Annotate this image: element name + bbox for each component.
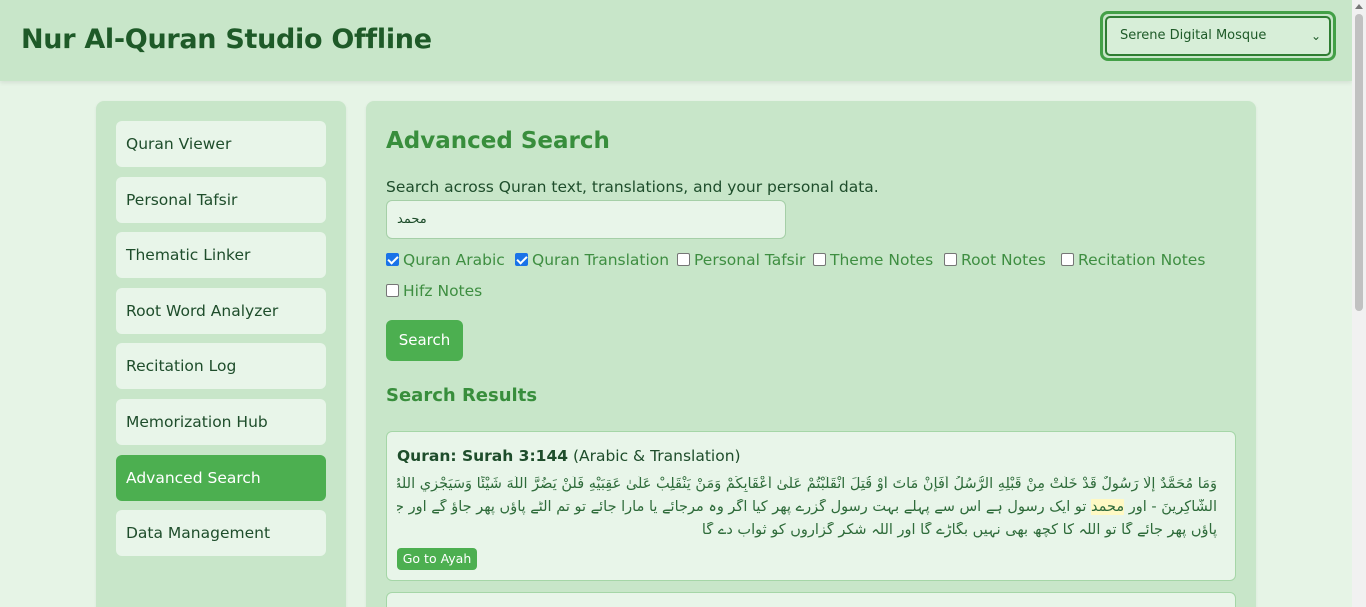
- theme-select-value: Serene Digital Mosque: [1120, 28, 1267, 43]
- checkbox-theme-notes[interactable]: [813, 253, 826, 266]
- chevron-down-icon: ⌄: [1310, 29, 1321, 43]
- scroll-up-arrow-icon[interactable]: [1355, 4, 1363, 9]
- result-card: [386, 592, 1236, 607]
- app-title: Nur Al-Quran Studio Offline: [21, 24, 432, 55]
- filter-quran-arabic[interactable]: Quran Arabic: [386, 251, 505, 269]
- checkbox-root-notes[interactable]: [944, 253, 957, 266]
- result-card: Quran: Surah 3:144 (Arabic & Translation…: [386, 431, 1236, 581]
- page-title: Advanced Search: [386, 128, 610, 154]
- result-translation-line-3: پاؤں پھر جائے گا تو اللہ کا کچھ بھی نہیں…: [701, 522, 1217, 538]
- result-reference: Quran: Surah 3:144: [397, 447, 569, 465]
- sidebar-item-data-management[interactable]: Data Management: [116, 510, 326, 556]
- checkbox-personal-tafsir[interactable]: [677, 253, 690, 266]
- filter-label: Hifz Notes: [403, 282, 483, 300]
- result-type: (Arabic & Translation): [568, 447, 741, 465]
- filter-hifz-notes[interactable]: Hifz Notes: [386, 282, 482, 300]
- main-panel: Advanced Search Search across Quran text…: [366, 101, 1256, 607]
- filter-personal-tafsir[interactable]: Personal Tafsir: [677, 251, 805, 269]
- checkbox-quran-arabic[interactable]: [386, 253, 399, 266]
- sidebar-item-quran-viewer[interactable]: Quran Viewer: [116, 121, 326, 167]
- filter-theme-notes[interactable]: Theme Notes: [813, 251, 933, 269]
- translation-pre: الشَّاكِرِينَ - اور: [1124, 499, 1217, 515]
- filter-label: Quran Translation: [532, 251, 670, 269]
- sidebar-item-root-word-analyzer[interactable]: Root Word Analyzer: [116, 288, 326, 334]
- filter-recitation-notes[interactable]: Recitation Notes: [1061, 251, 1205, 269]
- sidebar: Quran Viewer Personal Tafsir Thematic Li…: [96, 101, 346, 607]
- theme-select-focus-ring: Serene Digital Mosque ⌄: [1100, 11, 1336, 61]
- page-scrollbar[interactable]: [1352, 0, 1366, 607]
- filter-label: Personal Tafsir: [694, 251, 806, 269]
- filter-label: Quran Arabic: [403, 251, 505, 269]
- search-description: Search across Quran text, translations, …: [386, 178, 879, 196]
- translation-post: تو ایک رسول ہے اس سے پہلے بہت رسول گزرے …: [397, 499, 1091, 515]
- filter-label: Recitation Notes: [1078, 251, 1206, 269]
- search-highlight: محمد: [1091, 499, 1125, 515]
- checkbox-quran-translation[interactable]: [515, 253, 528, 266]
- filter-label: Root Notes: [961, 251, 1046, 269]
- go-to-ayah-button[interactable]: Go to Ayah: [397, 548, 477, 570]
- theme-select[interactable]: Serene Digital Mosque ⌄: [1105, 16, 1331, 56]
- sidebar-item-personal-tafsir[interactable]: Personal Tafsir: [116, 177, 326, 223]
- result-translation-line: الشَّاكِرِينَ - اور محمد تو ایک رسول ہے …: [397, 499, 1217, 515]
- filter-quran-translation[interactable]: Quran Translation: [515, 251, 669, 269]
- filter-root-notes[interactable]: Root Notes: [944, 251, 1046, 269]
- checkbox-hifz-notes[interactable]: [386, 284, 399, 297]
- sidebar-item-memorization-hub[interactable]: Memorization Hub: [116, 399, 326, 445]
- search-button[interactable]: Search: [386, 320, 463, 361]
- search-input[interactable]: محمد: [386, 200, 786, 239]
- checkbox-recitation-notes[interactable]: [1061, 253, 1074, 266]
- result-arabic-text: وَمَا مُحَمَّدٌ إِلَّا رَسُولٌ قَدْ خَلَ…: [397, 476, 1217, 492]
- filter-label: Theme Notes: [830, 251, 934, 269]
- results-title: Search Results: [386, 385, 538, 406]
- scroll-thumb[interactable]: [1355, 14, 1363, 311]
- sidebar-item-advanced-search[interactable]: Advanced Search: [116, 455, 326, 501]
- app-header: Nur Al-Quran Studio Offline Serene Digit…: [0, 0, 1352, 81]
- result-heading: Quran: Surah 3:144 (Arabic & Translation…: [397, 447, 741, 465]
- sidebar-item-recitation-log[interactable]: Recitation Log: [116, 343, 326, 389]
- sidebar-item-thematic-linker[interactable]: Thematic Linker: [116, 232, 326, 278]
